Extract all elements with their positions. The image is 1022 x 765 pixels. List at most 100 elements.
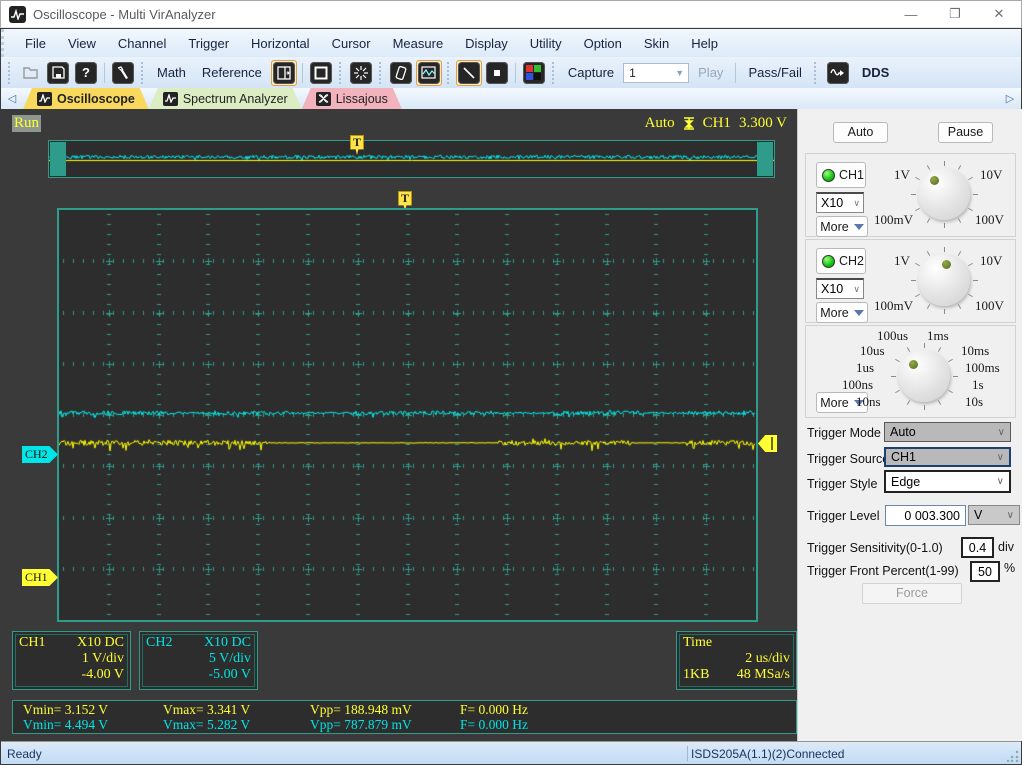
reference-button[interactable]: Reference	[195, 65, 269, 80]
device-button[interactable]	[388, 60, 414, 86]
ch2-vmin: Vmin= 4.494 V	[23, 717, 108, 732]
dds-button[interactable]	[823, 60, 853, 86]
menu-view[interactable]: View	[57, 32, 107, 55]
fullscreen-button[interactable]	[308, 60, 334, 86]
preview-handle-left[interactable]	[50, 142, 66, 176]
dot-draw-button[interactable]	[484, 60, 510, 86]
capture-count-select[interactable]: 1 ▼	[623, 62, 690, 83]
menu-horizontal[interactable]: Horizontal	[240, 32, 321, 55]
line-draw-button[interactable]	[455, 59, 482, 86]
trigger-channel-readout: CH1	[702, 115, 731, 131]
trigger-mode-select[interactable]: Auto ∨	[884, 422, 1011, 442]
trigger-level-unit-select[interactable]: V ∨	[968, 505, 1020, 525]
ch2-volts-knob[interactable]	[908, 244, 980, 316]
auto-button[interactable]: Auto	[833, 122, 888, 143]
play-button[interactable]: Play	[691, 65, 730, 80]
ch2-position-flag[interactable]: CH2	[22, 446, 58, 463]
ch2-probe-select[interactable]: X10 ∨	[816, 278, 864, 299]
knob-label-10ms: 10ms	[961, 343, 990, 358]
ch1-enable-button[interactable]: CH1	[816, 162, 866, 188]
menu-channel[interactable]: Channel	[107, 32, 177, 55]
trigger-front-input[interactable]: 50	[970, 561, 1000, 582]
open-button[interactable]	[17, 60, 43, 86]
chevron-down-icon: ∨	[996, 451, 1004, 463]
utility-tool-button[interactable]	[110, 60, 136, 86]
ch1-probe-select[interactable]: X10 ∨	[816, 192, 864, 213]
help-button[interactable]: ?	[73, 60, 99, 86]
side-panel-toggle-button[interactable]	[270, 59, 297, 86]
status-separator	[687, 746, 688, 761]
autoset-button[interactable]	[348, 60, 374, 86]
color-settings-button[interactable]	[521, 60, 547, 86]
menu-bar: File View Channel Trigger Horizontal Cur…	[1, 29, 1021, 57]
tab-spectrum-analyzer[interactable]: Spectrum Analyzer	[149, 88, 302, 109]
chevron-down-icon	[853, 223, 864, 230]
timebase-knob[interactable]	[888, 340, 960, 412]
separator	[735, 62, 737, 83]
trigger-front-unit: %	[1004, 561, 1016, 575]
menu-cursor[interactable]: Cursor	[321, 32, 382, 55]
resize-grip[interactable]	[1007, 750, 1019, 762]
trigger-sensitivity-input[interactable]: 0.4	[961, 537, 994, 558]
scope-area: Run Auto CH1 3.300 V T T CH2 CH1 CH1 X10 …	[0, 109, 797, 741]
memory-depth: 1KB	[683, 667, 710, 682]
passfail-button[interactable]: Pass/Fail	[741, 65, 808, 80]
trigger-mode-label: Trigger Mode	[807, 426, 881, 440]
trigger-level-input[interactable]: 0 003.300	[885, 505, 966, 526]
menu-utility[interactable]: Utility	[519, 32, 573, 55]
dds-label[interactable]: DDS	[855, 65, 896, 80]
menu-display[interactable]: Display	[454, 32, 519, 55]
display-mode-button[interactable]	[415, 59, 442, 86]
ch1-volts-knob[interactable]	[908, 158, 980, 230]
pause-button[interactable]: Pause	[938, 122, 993, 143]
ch2-more-button[interactable]: More	[816, 302, 868, 323]
trigger-level-unit: V	[974, 508, 983, 522]
tab-scroll-left-icon[interactable]: ◁	[1, 88, 23, 109]
math-button[interactable]: Math	[150, 65, 193, 80]
ch1-led-icon	[822, 168, 835, 182]
ch2-enable-button[interactable]: CH2	[816, 248, 866, 274]
trigger-sensitivity-label: Trigger Sensitivity(0-1.0)	[807, 541, 943, 555]
save-button[interactable]	[45, 60, 71, 86]
ch1-probe: X10 DC	[76, 635, 124, 650]
ch2-measurements-row: Vmin= 4.494 V Vmax= 5.282 V Vpp= 787.879…	[13, 717, 796, 733]
waveform-preview-strip[interactable]	[48, 140, 775, 178]
tab-oscilloscope[interactable]: Oscilloscope	[23, 88, 149, 109]
device-connection-status: ISDS205A(1.1)(2)Connected	[691, 746, 845, 761]
ch1-position-flag[interactable]: CH1	[22, 569, 58, 586]
run-status-badge: Run	[12, 115, 42, 132]
force-button[interactable]: Force	[862, 583, 962, 604]
close-button[interactable]: ✕	[977, 1, 1021, 27]
preview-handle-right[interactable]	[757, 142, 773, 176]
trigger-level-marker[interactable]	[758, 435, 777, 452]
status-bar: Ready ISDS205A(1.1)(2)Connected	[1, 741, 1021, 764]
ch1-button-label: CH1	[839, 168, 865, 182]
ch1-offset: -4.00 V	[81, 667, 124, 682]
menu-skin[interactable]: Skin	[633, 32, 680, 55]
app-icon	[9, 5, 26, 23]
ch1-more-button[interactable]: More	[816, 216, 868, 237]
scope-screen[interactable]	[57, 208, 758, 622]
tab-scroll-right-icon[interactable]: ▷	[999, 88, 1021, 109]
menu-option[interactable]: Option	[573, 32, 633, 55]
trigger-source-select[interactable]: CH1 ∨	[884, 447, 1011, 467]
control-panel: Auto Pause CH1 X10 ∨ More 1V 10V 100mV 10…	[797, 109, 1022, 741]
menu-file[interactable]: File	[14, 32, 57, 55]
tab-lissajous[interactable]: Lissajous	[302, 88, 402, 109]
knob-label-100ns: 100ns	[842, 377, 874, 392]
menu-help[interactable]: Help	[680, 32, 729, 55]
trigger-style-label: Trigger Style	[807, 477, 878, 491]
knob-label-1us: 1us	[856, 360, 875, 375]
capture-label: Capture	[567, 65, 615, 80]
menu-trigger[interactable]: Trigger	[177, 32, 240, 55]
ch1-group: CH1 X10 ∨ More 1V 10V 100mV 100V	[805, 153, 1016, 237]
maximize-button[interactable]: ❐	[933, 1, 977, 27]
trigger-front-label: Trigger Front Percent(1-99)	[807, 564, 959, 578]
ch1-probe-value: X10	[821, 196, 844, 210]
trigger-source-label: Trigger Source	[807, 452, 890, 466]
minimize-button[interactable]: —	[889, 1, 933, 27]
trigger-level-readout: 3.300 V	[738, 115, 787, 131]
menu-measure[interactable]: Measure	[382, 32, 455, 55]
trigger-style-select[interactable]: Edge ∨	[884, 470, 1011, 493]
ch2-volts-knob-area: 1V 10V 100mV 100V	[874, 242, 1014, 322]
